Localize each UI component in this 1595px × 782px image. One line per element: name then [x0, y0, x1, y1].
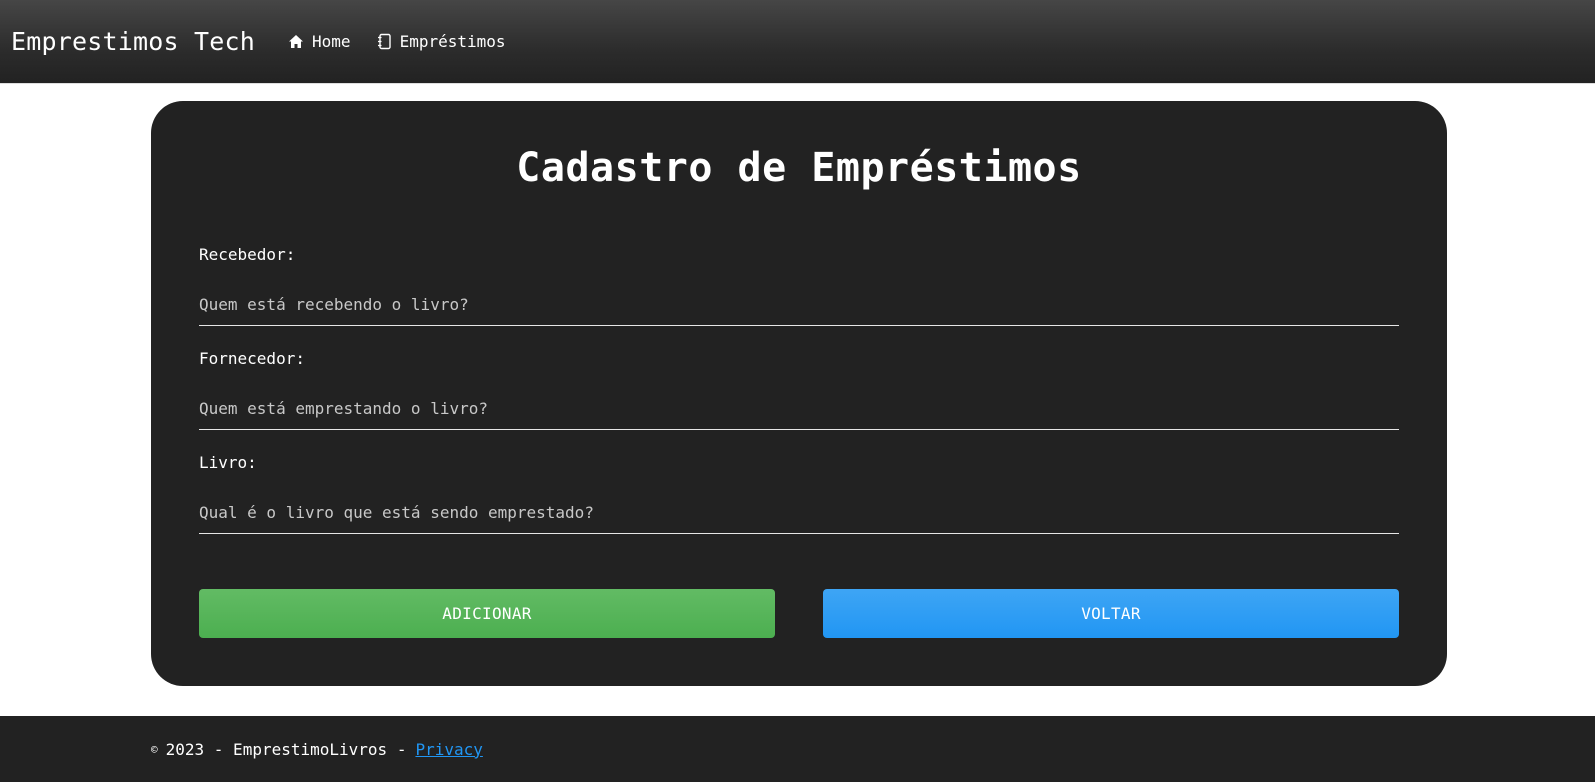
add-button[interactable]: ADICIONAR: [199, 589, 775, 638]
home-icon: [287, 33, 305, 51]
livro-input[interactable]: [199, 500, 1399, 534]
page-title: Cadastro de Empréstimos: [516, 145, 1082, 191]
fornecedor-field-group: Fornecedor:: [199, 348, 1399, 430]
livro-field-group: Livro:: [199, 452, 1399, 534]
privacy-link[interactable]: Privacy: [415, 740, 482, 759]
fornecedor-input[interactable]: [199, 396, 1399, 430]
nav-link-emprestimos-label: Empréstimos: [399, 32, 506, 51]
brand-title[interactable]: Emprestimos Tech: [11, 27, 255, 56]
recebedor-label: Recebedor:: [199, 245, 296, 264]
fornecedor-label: Fornecedor:: [199, 349, 305, 368]
nav-link-emprestimos[interactable]: Empréstimos: [375, 32, 506, 51]
footer-text: 2023 - EmprestimoLivros -: [165, 739, 407, 759]
nav-link-home-label: Home: [312, 32, 351, 51]
recebedor-input[interactable]: [199, 292, 1399, 326]
back-button[interactable]: VOLTAR: [823, 589, 1399, 638]
recebedor-field-group: Recebedor:: [199, 244, 1399, 326]
copyright-symbol: ©: [151, 742, 158, 756]
loan-form-card: Cadastro de Empréstimos Recebedor: Forne…: [151, 101, 1447, 686]
nav-link-home[interactable]: Home: [287, 32, 351, 51]
footer: © 2023 - EmprestimoLivros - Privacy: [0, 716, 1595, 782]
notebook-icon: [375, 33, 393, 51]
livro-label: Livro:: [199, 453, 257, 472]
top-navbar: Emprestimos Tech Home Empréstimos: [0, 0, 1595, 84]
